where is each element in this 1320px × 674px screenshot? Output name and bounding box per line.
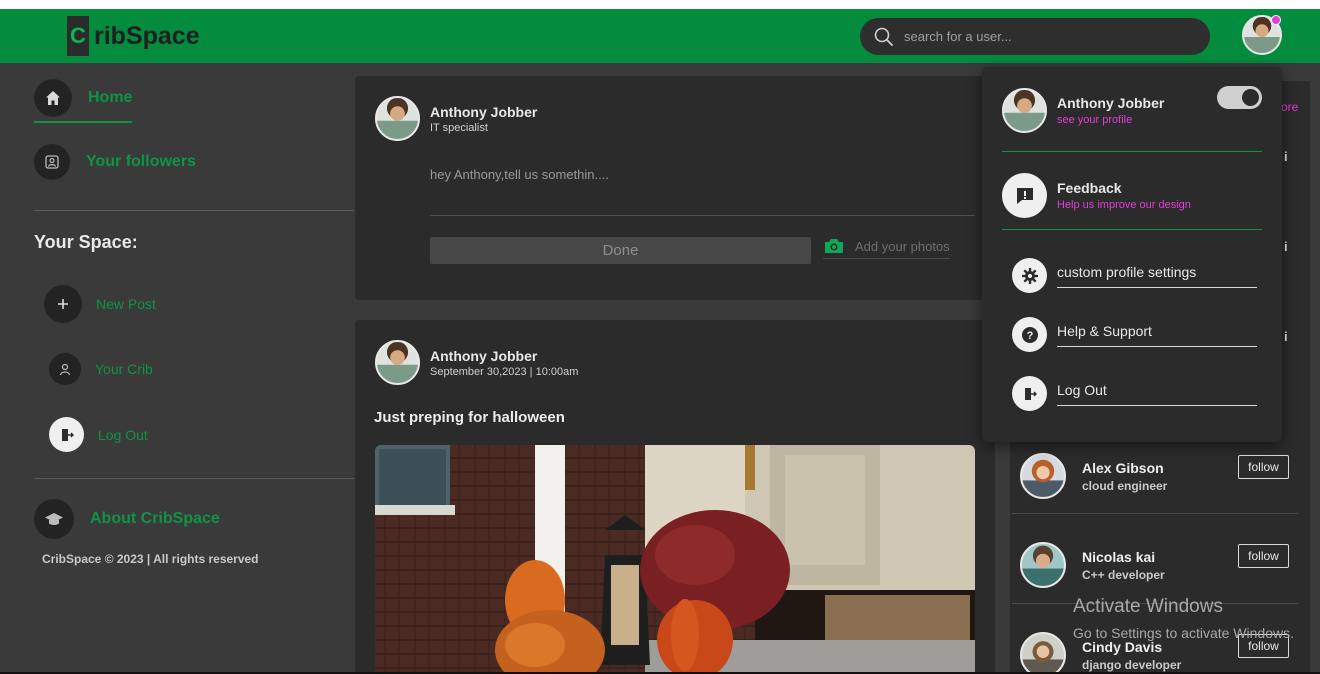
watermark-title: Activate Windows (1073, 596, 1223, 617)
logo-letter: C (67, 16, 89, 56)
dropdown-profile[interactable]: Anthony Jobber see your profile (1002, 88, 1164, 133)
menu-label: Log Out (1057, 382, 1257, 406)
suggestion-name: Alex Gibson (1082, 459, 1164, 476)
sidebar-divider (34, 210, 354, 211)
menu-label: Help & Support (1057, 323, 1257, 347)
suggestion-role: C++ developer (1082, 567, 1165, 582)
svg-text:?: ? (1026, 330, 1033, 342)
composer-divider (430, 215, 975, 216)
dropdown-divider (1002, 229, 1262, 230)
suggestion-role: django developer (1082, 657, 1182, 672)
composer-user: Anthony Jobber IT specialist (375, 96, 537, 141)
avatar[interactable] (1020, 632, 1066, 672)
notification-dot (1271, 15, 1281, 25)
suggestion-peek: i (1284, 239, 1288, 254)
nav-home[interactable]: Home (34, 79, 132, 117)
menu-item-custom-profile-settings[interactable]: custom profile settings (1012, 258, 1257, 293)
suggestion-peek: i (1284, 149, 1288, 164)
feed-post: Anthony Jobber September 30,2023 | 10:00… (355, 320, 995, 672)
camera-icon (825, 239, 843, 253)
dropdown-divider (1002, 151, 1262, 152)
home-icon (34, 79, 72, 117)
search-bar[interactable] (860, 18, 1210, 55)
nav-your-crib-label: Your Crib (95, 361, 153, 377)
see-more-link[interactable]: ore (1281, 100, 1298, 114)
suggestion-item: Alex Gibson cloud engineer (1020, 453, 1167, 499)
feedback-icon (1002, 173, 1047, 218)
top-bar: C ribSpace (0, 9, 1320, 63)
composer-user-name: Anthony Jobber (430, 103, 538, 120)
suggestion-item: Nicolas kai C++ developer (1020, 542, 1165, 588)
logo-text: ribSpace (94, 21, 200, 50)
nav-your-crib[interactable]: Your Crib (49, 353, 153, 385)
composer-input[interactable]: hey Anthony,tell us somethin.... (430, 167, 609, 182)
post-image-halloween-porch[interactable] (375, 445, 975, 672)
feedback-title: Feedback (1057, 180, 1122, 196)
plus-icon (44, 285, 82, 323)
nav-about[interactable]: About CribSpace (34, 499, 220, 539)
nav-home-label: Home (88, 89, 133, 106)
follow-button[interactable]: follow (1238, 544, 1289, 568)
avatar (1002, 88, 1047, 133)
left-sidebar: Home Your followers Your Space: New Post… (0, 63, 355, 672)
menu-label: custom profile settings (1057, 264, 1257, 288)
post-composer: Anthony Jobber IT specialist hey Anthony… (355, 76, 995, 300)
person-icon (49, 353, 81, 385)
your-space-heading: Your Space: (34, 232, 138, 252)
windows-activation-watermark: Activate Windows Go to Settings to activ… (1073, 596, 1294, 641)
nav-log-out-label: Log Out (98, 426, 148, 443)
avatar[interactable] (1020, 542, 1066, 588)
profile-dropdown: Anthony Jobber see your profile Feedback… (982, 67, 1282, 442)
nav-new-post[interactable]: New Post (44, 285, 156, 323)
add-photos-label: Add your photos (855, 238, 950, 254)
copyright-text: CribSpace © 2023 | All rights reserved (42, 552, 259, 566)
sidebar-divider (34, 478, 354, 479)
search-input[interactable] (904, 29, 1184, 44)
nav-followers-label: Your followers (86, 153, 196, 170)
follow-button[interactable]: follow (1238, 455, 1289, 479)
suggestion-divider (1012, 513, 1298, 514)
watermark-subtitle: Go to Settings to activate Windows. (1073, 625, 1294, 641)
suggestion-name: Nicolas kai (1082, 548, 1156, 565)
help-icon: ? (1012, 317, 1047, 352)
logout-icon (49, 417, 84, 452)
post-timestamp: September 30,2023 | 10:00am (430, 365, 579, 378)
avatar[interactable] (375, 96, 420, 141)
nav-new-post-label: New Post (96, 296, 156, 312)
toggle-knob (1242, 89, 1259, 106)
graduation-cap-icon (34, 499, 74, 539)
feedback-subtitle: Help us improve our design (1057, 199, 1191, 211)
logout-icon (1012, 376, 1047, 411)
nav-log-out[interactable]: Log Out (49, 417, 148, 452)
suggestion-peek: i (1284, 329, 1288, 344)
avatar[interactable] (1020, 453, 1066, 499)
see-profile-link[interactable]: see your profile (1057, 114, 1164, 126)
nav-about-label: About CribSpace (90, 510, 220, 527)
followers-icon (34, 144, 70, 180)
nav-followers[interactable]: Your followers (34, 144, 196, 180)
add-photos-button[interactable]: Add your photos (823, 237, 950, 259)
menu-item-log-out[interactable]: Log Out (1012, 376, 1257, 411)
feedback-item[interactable]: Feedback Help us improve our design (1002, 173, 1191, 218)
dropdown-profile-name: Anthony Jobber (1057, 95, 1165, 111)
avatar[interactable] (375, 340, 420, 385)
cribspace-logo[interactable]: C ribSpace (67, 16, 200, 56)
menu-item-help-support[interactable]: ? Help & Support (1012, 317, 1257, 352)
suggestion-role: cloud engineer (1082, 478, 1168, 493)
composer-user-role: IT specialist (430, 121, 488, 134)
post-user: Anthony Jobber September 30,2023 | 10:00… (375, 340, 578, 385)
post-text: Just preping for halloween (374, 409, 565, 426)
app-window: C ribSpace Home Your followers (0, 9, 1320, 672)
done-button[interactable]: Done (430, 237, 811, 264)
home-active-underline (34, 121, 132, 123)
theme-toggle[interactable] (1217, 86, 1262, 109)
gear-icon (1012, 258, 1047, 293)
post-user-name: Anthony Jobber (430, 347, 538, 364)
search-icon (874, 27, 893, 46)
